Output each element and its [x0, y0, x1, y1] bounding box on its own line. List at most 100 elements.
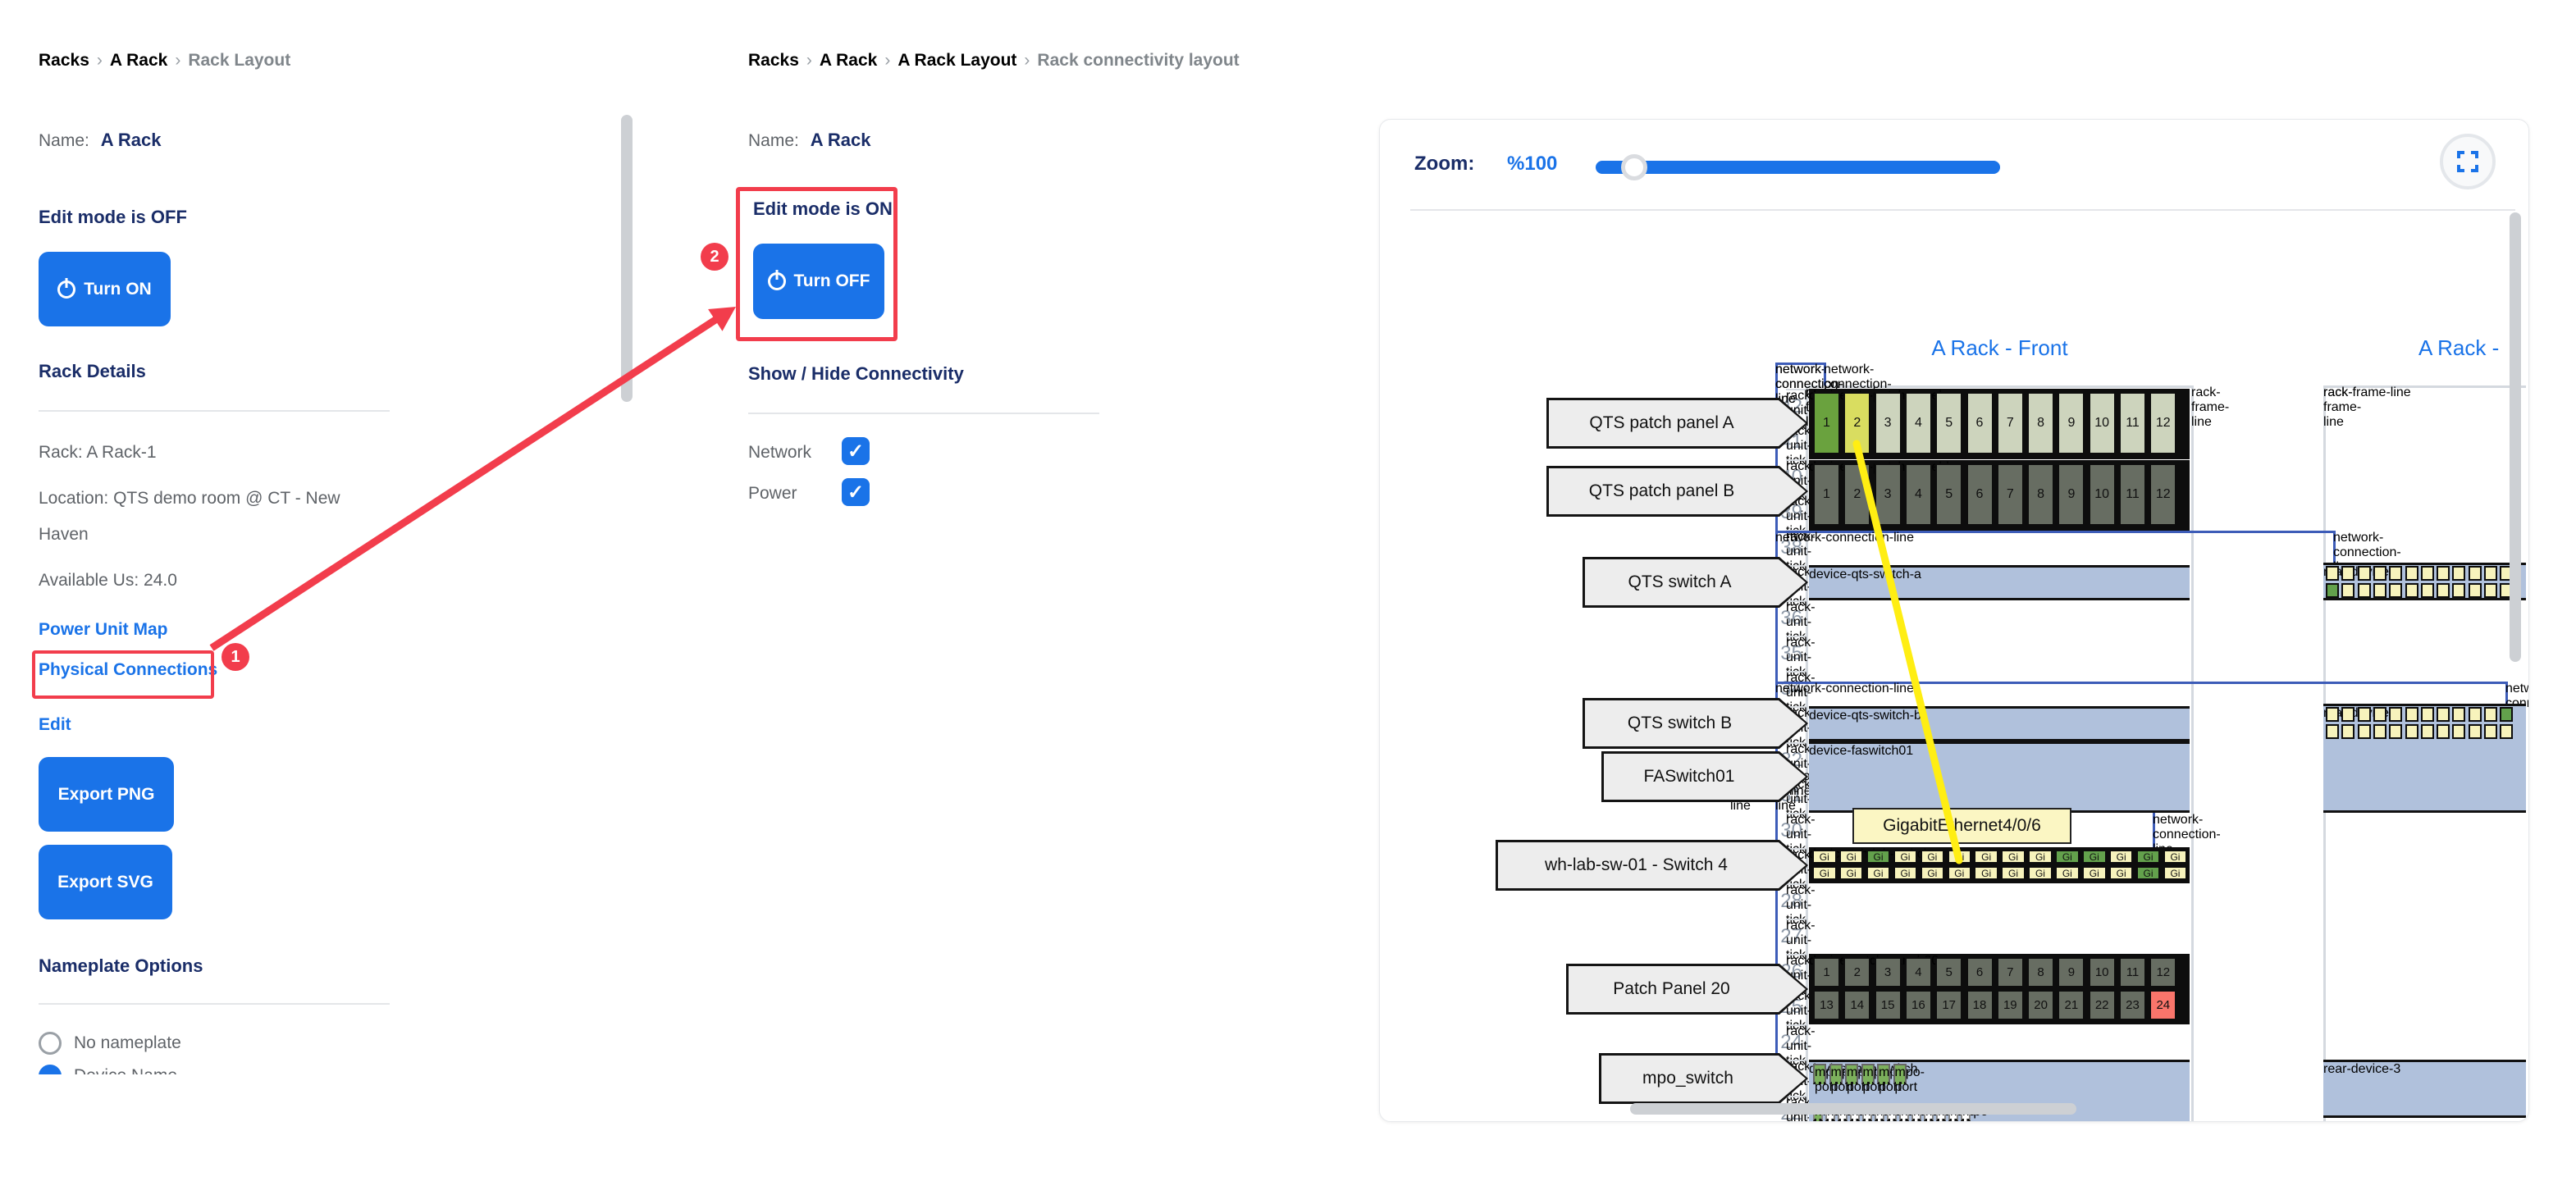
rear-port	[2389, 707, 2402, 722]
turn-on-button[interactable]: Turn ON	[39, 252, 171, 326]
device-label-callout: FASwitch01	[1601, 751, 1808, 802]
breadcrumb-racks-2[interactable]: Racks	[748, 51, 799, 70]
rack-element: network-connection-line	[2153, 813, 2155, 848]
patch-panel-b-port: 4	[1905, 463, 1932, 526]
turn-off-button[interactable]: Turn OFF	[753, 244, 884, 319]
name-label-2: Name:	[748, 131, 799, 150]
wh-lab-port: Gi	[2136, 850, 2161, 864]
export-png-button[interactable]: Export PNG	[39, 757, 174, 832]
rear-port	[2341, 566, 2354, 581]
wh-lab-port: Gi	[1948, 866, 1972, 880]
wh-lab-port: Gi	[1974, 850, 1998, 864]
device-label-text: FASwitch01	[1605, 751, 1774, 802]
rear-port	[2405, 707, 2418, 722]
rear-port	[2500, 707, 2513, 722]
rear-port	[2341, 724, 2354, 739]
patch-panel-20-port: 19	[1997, 990, 2024, 1020]
location-text-line1: Location: QTS demo room @ CT - New	[39, 489, 340, 509]
radio-no-nameplate[interactable]	[39, 1032, 62, 1055]
wh-lab-port: Gi	[1839, 850, 1864, 864]
power-unit-map-link[interactable]: Power Unit Map	[39, 620, 168, 640]
wh-lab-port: Gi	[1921, 850, 1945, 864]
rear-port	[2452, 583, 2465, 598]
rear-port	[2469, 566, 2482, 581]
rack-id-text: Rack: A Rack-1	[39, 443, 157, 463]
rear-port	[2405, 583, 2418, 598]
divider	[39, 410, 390, 412]
rear-port	[2389, 583, 2402, 598]
wh-lab-port: Gi	[1921, 866, 1945, 880]
patch-panel-20-port: 8	[2027, 957, 2054, 987]
wh-lab-port: Gi	[2055, 866, 2080, 880]
wh-lab-port: Gi	[2028, 850, 2053, 864]
rack-element: network-connection-line	[1824, 363, 1826, 385]
rear-port	[2373, 724, 2386, 739]
rear-port	[2358, 707, 2371, 722]
patch-panel-20-port: 20	[2027, 990, 2054, 1020]
patch-panel-20-port: 21	[2058, 990, 2085, 1020]
breadcrumb-a-rack-2[interactable]: A Rack	[820, 51, 877, 70]
left-panel-scrollbar[interactable]	[621, 115, 633, 402]
patch-panel-a-port: 6	[1966, 392, 1994, 454]
rear-port	[2437, 583, 2450, 598]
export-svg-button[interactable]: Export SVG	[39, 845, 172, 919]
rear-port	[2469, 724, 2482, 739]
rack-element: mpo-port	[1813, 1064, 1826, 1084]
rear-port	[2326, 724, 2339, 739]
rear-port	[2421, 724, 2434, 739]
power-label: Power	[748, 484, 797, 504]
viewer-vertical-scrollbar[interactable]	[2510, 212, 2521, 662]
edit-link[interactable]: Edit	[39, 715, 71, 735]
patch-panel-20-port: 13	[1813, 990, 1840, 1020]
breadcrumb-a-rack[interactable]: A Rack	[110, 51, 167, 70]
rack-element: network-connection-line	[1775, 682, 2505, 684]
device-label-callout: QTS switch A	[1583, 557, 1808, 608]
rear-port	[2341, 707, 2354, 722]
wh-lab-port: Gi	[1974, 866, 1998, 880]
patch-panel-20-port: 9	[2058, 957, 2085, 987]
patch-panel-a-port: 10	[2089, 392, 2116, 454]
power-checkbox[interactable]: ✓	[842, 478, 870, 506]
patch-panel-a-port: 5	[1935, 392, 1962, 454]
wh-lab-port: Gi	[2001, 866, 2026, 880]
patch-panel-20-port: 17	[1935, 990, 1962, 1020]
wh-lab-port: Gi	[2082, 866, 2107, 880]
rack-front-title: A Rack - Front	[1808, 335, 2191, 361]
viewer-horizontal-scrollbar[interactable]	[1630, 1103, 2076, 1115]
network-label: Network	[748, 443, 811, 463]
rear-port	[2452, 707, 2465, 722]
patch-panel-b-port: 1	[1813, 463, 1840, 526]
patch-panel-b-port: 3	[1875, 463, 1902, 526]
breadcrumb-racks[interactable]: Racks	[39, 51, 89, 70]
patch-panel-a-port: 11	[2119, 392, 2146, 454]
rack-diagram: A Rack - FrontA Rack -rack-frame-linerac…	[1380, 120, 2529, 1122]
rear-port	[2373, 566, 2386, 581]
rear-port	[2341, 583, 2354, 598]
patch-panel-20-port: 1	[1813, 957, 1840, 987]
patch-panel-a-port: 1	[1813, 392, 1840, 454]
location-text-line2: Haven	[39, 525, 89, 545]
rack-element: rack-unit-tick	[1786, 954, 1806, 955]
rear-port	[2326, 583, 2339, 598]
rack-viewer-card: Zoom: %100 A Rack - FrontA Rack -rack-fr…	[1379, 119, 2529, 1122]
device-label-callout: Patch Panel 20	[1566, 964, 1808, 1015]
patch-panel-b-port: 8	[2027, 463, 2054, 526]
rear-port	[2405, 566, 2418, 581]
breadcrumb-middle: Racks›A Rack›A Rack Layout›Rack connecti…	[748, 51, 1240, 71]
network-checkbox[interactable]: ✓	[842, 437, 870, 465]
edit-mode-status-2: Edit mode is ON	[753, 198, 893, 220]
rack-element: rear-device-3	[2323, 1060, 2526, 1118]
port-tooltip: GigabitEthernet4/0/6	[1852, 808, 2071, 844]
patch-panel-20-port: 6	[1966, 957, 1994, 987]
available-us-text: Available Us: 24.0	[39, 571, 177, 591]
rear-port	[2500, 724, 2513, 739]
breadcrumb-a-rack-layout[interactable]: A Rack Layout	[897, 51, 1016, 70]
wh-lab-port: Gi	[1893, 850, 1918, 864]
patch-panel-20-port: 5	[1935, 957, 1962, 987]
power-icon-2	[768, 272, 786, 290]
rear-port	[2389, 566, 2402, 581]
rear-port	[2405, 724, 2418, 739]
radio-device-name[interactable]	[39, 1065, 62, 1074]
rack-element: mpo-port	[1877, 1064, 1890, 1084]
patch-panel-20-port: 24	[2149, 990, 2176, 1020]
